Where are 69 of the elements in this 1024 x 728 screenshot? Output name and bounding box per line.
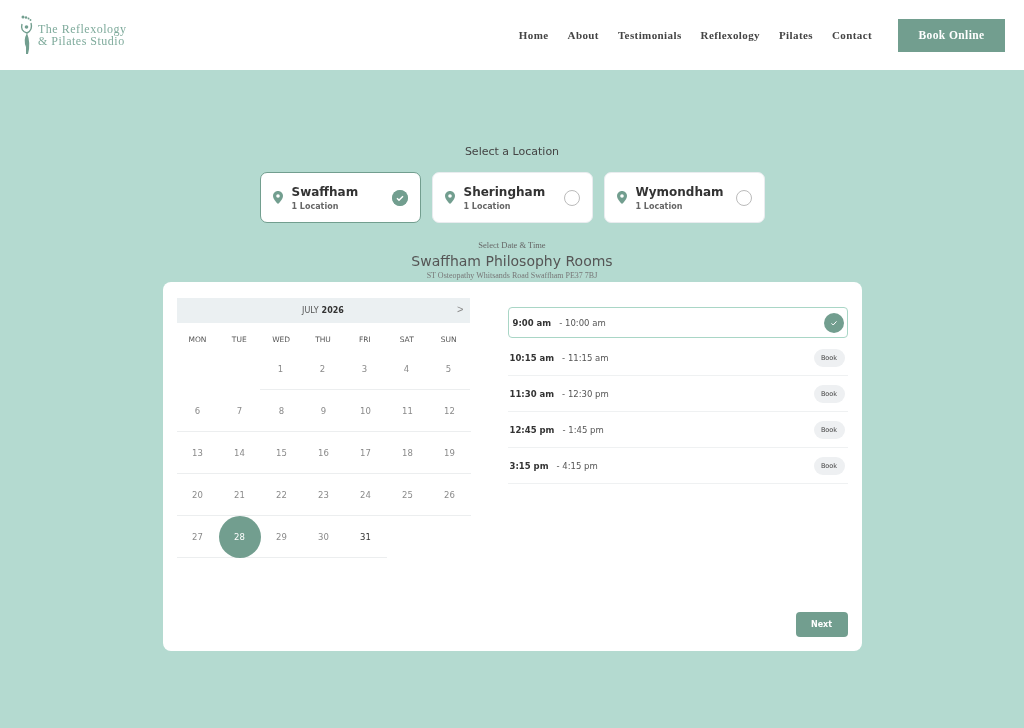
calendar-day: 26 <box>428 473 471 516</box>
calendar-day: 9 <box>302 389 345 432</box>
calendar-day: 27 <box>176 515 219 558</box>
month-label: JULY 2026 <box>302 306 344 315</box>
calendar-day: 7 <box>218 389 261 432</box>
calendar-day: 20 <box>176 473 219 516</box>
nav-link[interactable]: Pilates <box>778 29 813 41</box>
nav-link[interactable]: About <box>567 29 599 41</box>
location-count: 1 Location <box>463 201 512 211</box>
calendar-day: 24 <box>344 473 387 516</box>
logo-text: The Reflexology <box>38 23 127 35</box>
location-card[interactable]: Swaffham 1 Location <box>259 172 421 223</box>
slot-end: - 10:00 am <box>559 317 606 328</box>
slot-start: 9:00 am <box>512 317 552 328</box>
calendar-day: 5 <box>427 347 470 390</box>
calendar-day: 13 <box>176 431 219 474</box>
location-count: 1 Location <box>291 201 340 211</box>
calendar-day: 3 <box>343 347 386 390</box>
location-name: Sheringham <box>463 184 547 199</box>
section-heading: Select Date & Time <box>478 240 546 250</box>
calendar-day: 18 <box>386 431 429 474</box>
time-slot[interactable]: 9:00 am - 10:00 am <box>507 307 848 338</box>
calendar-day: 22 <box>260 473 303 516</box>
calendar-day: 1 <box>259 347 302 390</box>
slot-end: - 12:30 pm <box>562 388 609 399</box>
venue-address: ST Osteopathy Whitsands Road Swaffham PE37 7BJ <box>426 271 598 280</box>
location-count: 1 Location <box>635 201 684 211</box>
calendar-day: 14 <box>218 431 261 474</box>
slot-start: 12:45 pm <box>509 424 555 435</box>
location-card[interactable]: Wymondham 1 Location <box>603 172 765 223</box>
calendar-day: 10 <box>344 389 387 432</box>
slot-end: - 11:15 am <box>562 352 609 363</box>
calendar-day: 17 <box>344 431 387 474</box>
logo-text: & Pilates Studio <box>38 35 125 47</box>
calendar-day: 4 <box>385 347 428 390</box>
calendar-day: 12 <box>428 389 471 432</box>
nav-link[interactable]: Testimonials <box>617 29 682 41</box>
calendar-day: 30 <box>302 515 345 558</box>
check-icon <box>823 312 844 333</box>
nav-link[interactable]: Reflexology <box>700 29 760 41</box>
logo-figure-icon <box>20 15 34 55</box>
calendar-day: 21 <box>218 473 261 516</box>
location-pin-icon <box>444 191 455 204</box>
location-name: Swaffham <box>291 184 360 199</box>
calendar-day: 6 <box>176 389 219 432</box>
location-name: Wymondham <box>635 184 725 199</box>
slot-start: 10:15 am <box>509 352 555 363</box>
calendar-day: 23 <box>302 473 345 516</box>
section-heading: Select a Location <box>464 145 560 158</box>
nav-link[interactable]: Home <box>518 29 549 41</box>
location-pin-icon <box>616 191 627 204</box>
slot-end: - 4:15 pm <box>556 460 598 471</box>
calendar-day: 25 <box>386 473 429 516</box>
check-icon[interactable] <box>391 189 408 206</box>
calendar-day: 19 <box>428 431 471 474</box>
calendar-day: 15 <box>260 431 303 474</box>
calendar-day[interactable]: 31 <box>344 515 387 558</box>
calendar-day: 8 <box>260 389 303 432</box>
slot-end: - 1:45 pm <box>562 424 604 435</box>
calendar-day: 2 <box>301 347 344 390</box>
calendar-day: 29 <box>260 515 303 558</box>
nav-link[interactable]: Contact <box>831 29 872 41</box>
slot-start: 11:30 am <box>509 388 555 399</box>
calendar-day: 11 <box>386 389 429 432</box>
venue-title: Swaffham Philosophy Rooms <box>411 253 613 269</box>
location-card[interactable]: Sheringham 1 Location <box>431 172 593 223</box>
location-pin-icon <box>272 191 283 204</box>
calendar-day: 16 <box>302 431 345 474</box>
slot-start: 3:15 pm <box>509 460 549 471</box>
